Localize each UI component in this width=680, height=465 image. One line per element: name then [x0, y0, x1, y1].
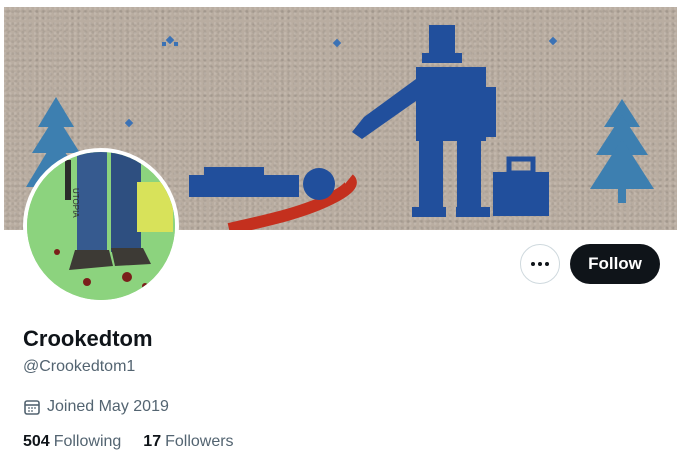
- avatar-artwork: UTOPIA: [27, 152, 175, 300]
- joined-date-row: Joined May 2019: [23, 398, 169, 416]
- briefcase: [493, 156, 549, 216]
- following-count: 504: [23, 433, 50, 450]
- followers-link[interactable]: 17 Followers: [143, 433, 233, 451]
- profile-page: UTOPIA Follow Crookedtom @Crookedtom1 Jo…: [0, 0, 680, 465]
- more-options-button[interactable]: [520, 244, 560, 284]
- followers-count: 17: [143, 433, 162, 450]
- profile-stats: 504 Following 17 Followers: [23, 433, 234, 451]
- following-link[interactable]: 504 Following: [23, 433, 121, 451]
- calendar-icon: [24, 400, 40, 415]
- more-horizontal-icon: [531, 262, 549, 266]
- lying-figure: [189, 167, 335, 200]
- avatar-text: UTOPIA: [71, 188, 80, 218]
- top-edge: [0, 0, 680, 7]
- followers-label: Followers: [165, 433, 234, 450]
- standing-figure: [352, 25, 496, 217]
- following-label: Following: [53, 433, 122, 450]
- follow-button[interactable]: Follow: [570, 244, 660, 284]
- tree-right: [590, 99, 654, 203]
- avatar[interactable]: UTOPIA: [23, 148, 179, 304]
- display-name: Crookedtom: [23, 326, 153, 351]
- joined-date: Joined May 2019: [47, 398, 169, 415]
- user-handle: @Crookedtom1: [23, 358, 136, 375]
